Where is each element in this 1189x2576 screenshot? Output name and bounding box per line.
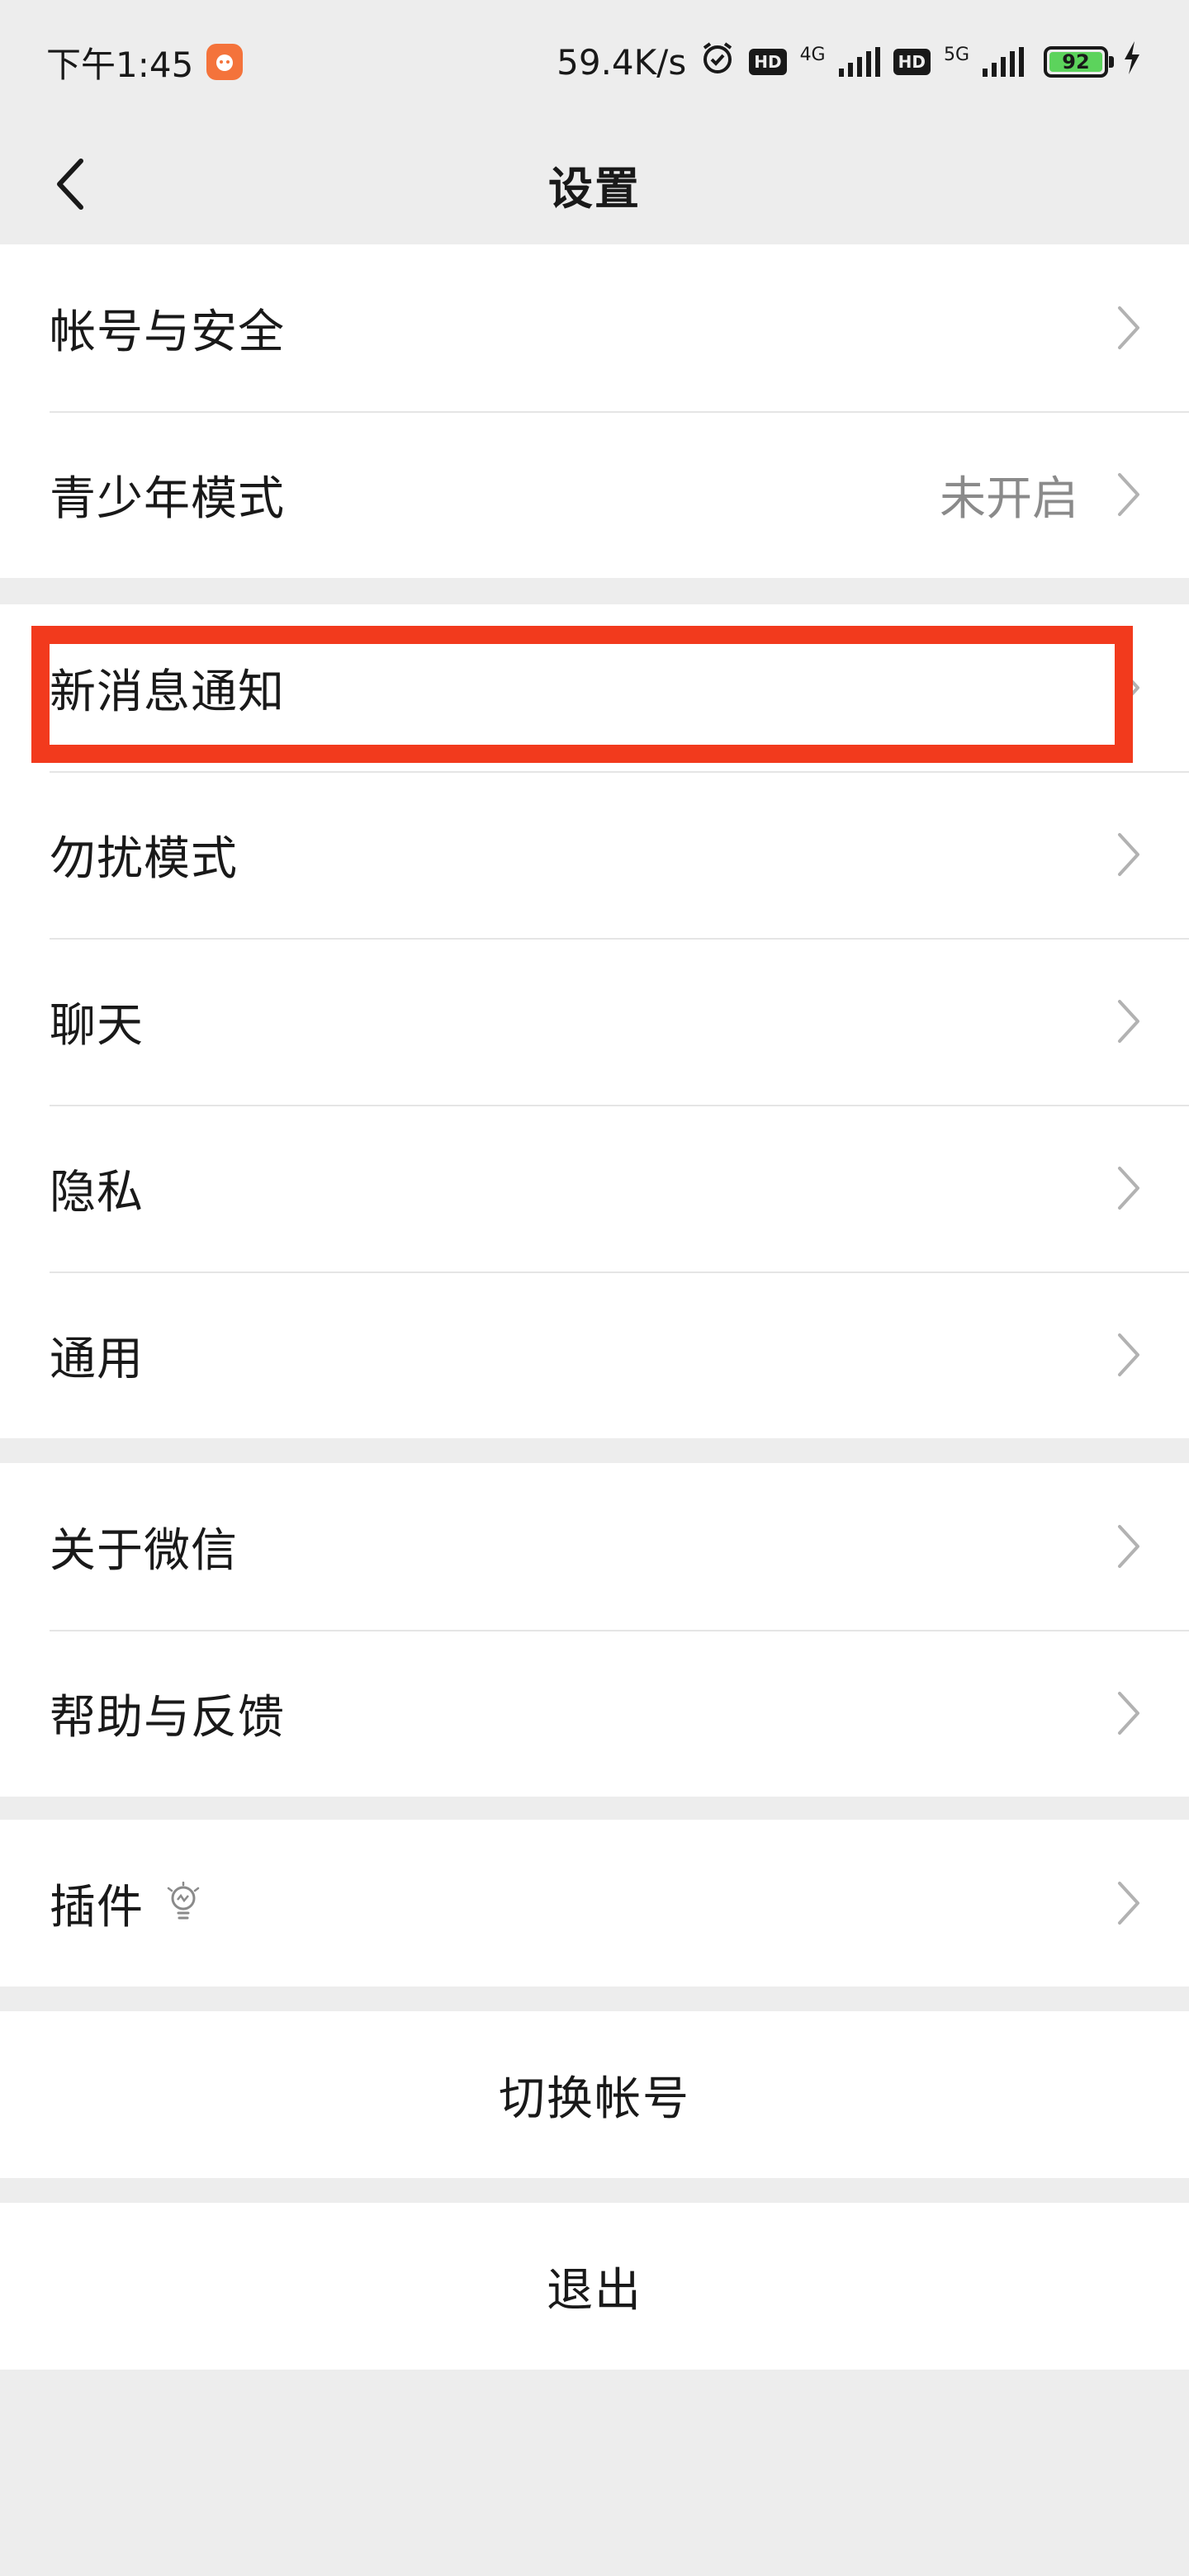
chevron-right-icon bbox=[1118, 1525, 1139, 1568]
chevron-right-icon bbox=[1118, 1692, 1139, 1735]
status-time: 下午1:45 bbox=[46, 44, 194, 85]
title-bar: 设置 bbox=[0, 124, 1189, 244]
settings-item-about-wechat[interactable]: 关于微信 bbox=[0, 1463, 1189, 1630]
chevron-right-icon bbox=[1118, 666, 1139, 709]
network-5g-label: 5G bbox=[943, 44, 969, 65]
hd-badge-1: HD bbox=[749, 49, 787, 75]
chevron-right-icon bbox=[1118, 473, 1139, 516]
chevron-right-icon bbox=[1118, 306, 1139, 349]
charging-icon bbox=[1121, 40, 1143, 84]
settings-item-youth-mode[interactable]: 青少年模式 未开启 bbox=[0, 411, 1189, 578]
chevron-right-icon bbox=[1118, 833, 1139, 876]
page-title: 设置 bbox=[548, 162, 641, 215]
battery-level: 92 bbox=[1049, 50, 1102, 73]
settings-item-label: 插件 bbox=[50, 1880, 144, 1934]
settings-item-general[interactable]: 通用 bbox=[0, 1271, 1189, 1438]
settings-item-label: 帮助与反馈 bbox=[50, 1690, 285, 1745]
notification-app-icon bbox=[206, 44, 244, 80]
switch-account-button[interactable]: 切换帐号 bbox=[0, 2011, 1189, 2178]
network-speed: 59.4K/s bbox=[557, 41, 687, 83]
signal-icon-1 bbox=[838, 47, 880, 77]
settings-item-help-feedback[interactable]: 帮助与反馈 bbox=[0, 1630, 1189, 1797]
chevron-right-icon bbox=[1118, 1167, 1139, 1210]
chevron-right-icon bbox=[1118, 1000, 1139, 1043]
settings-item-label: 帐号与安全 bbox=[50, 305, 285, 359]
alarm-icon bbox=[699, 40, 736, 84]
battery-icon: 92 bbox=[1044, 46, 1114, 78]
settings-item-new-message-notification[interactable]: 新消息通知 bbox=[0, 604, 1189, 771]
hd-badge-2: HD bbox=[893, 49, 931, 75]
status-right: 59.4K/s HD 4G HD 5G 92 bbox=[557, 40, 1143, 84]
settings-group-account: 帐号与安全 青少年模式 未开启 bbox=[0, 244, 1189, 578]
chevron-right-icon bbox=[1118, 1882, 1139, 1925]
settings-item-label: 青少年模式 bbox=[50, 471, 285, 526]
settings-item-do-not-disturb[interactable]: 勿扰模式 bbox=[0, 771, 1189, 938]
settings-item-label: 新消息通知 bbox=[50, 665, 285, 719]
youth-mode-status: 未开启 bbox=[940, 471, 1078, 526]
settings-item-account-security[interactable]: 帐号与安全 bbox=[0, 244, 1189, 411]
settings-group-about: 关于微信 帮助与反馈 bbox=[0, 1463, 1189, 1797]
settings-item-label: 通用 bbox=[50, 1332, 144, 1386]
settings-item-label: 勿扰模式 bbox=[50, 831, 238, 886]
settings-item-privacy[interactable]: 隐私 bbox=[0, 1105, 1189, 1271]
logout-group: 退出 bbox=[0, 2203, 1189, 2370]
chevron-right-icon bbox=[1118, 1333, 1139, 1376]
settings-item-label: 关于微信 bbox=[50, 1523, 238, 1578]
settings-item-chat[interactable]: 聊天 bbox=[0, 938, 1189, 1105]
settings-group-plugins: 插件 bbox=[0, 1820, 1189, 1986]
signal-icon-2 bbox=[983, 47, 1024, 77]
logout-button[interactable]: 退出 bbox=[0, 2203, 1189, 2370]
lightbulb-icon bbox=[167, 1882, 200, 1920]
settings-item-label: 隐私 bbox=[50, 1165, 144, 1219]
settings-item-label: 聊天 bbox=[50, 998, 144, 1053]
settings-group-notifications: 新消息通知 勿扰模式 聊天 隐私 通用 bbox=[0, 604, 1189, 1438]
switch-account-group: 切换帐号 bbox=[0, 2011, 1189, 2178]
back-arrow-icon bbox=[57, 159, 83, 210]
network-4g-label: 4G bbox=[799, 44, 826, 65]
status-left: 下午1:45 bbox=[46, 37, 244, 88]
back-button[interactable] bbox=[36, 149, 102, 220]
settings-item-plugins[interactable]: 插件 bbox=[0, 1820, 1189, 1986]
status-bar: 下午1:45 59.4K/s HD 4G HD 5G 92 bbox=[0, 0, 1189, 124]
